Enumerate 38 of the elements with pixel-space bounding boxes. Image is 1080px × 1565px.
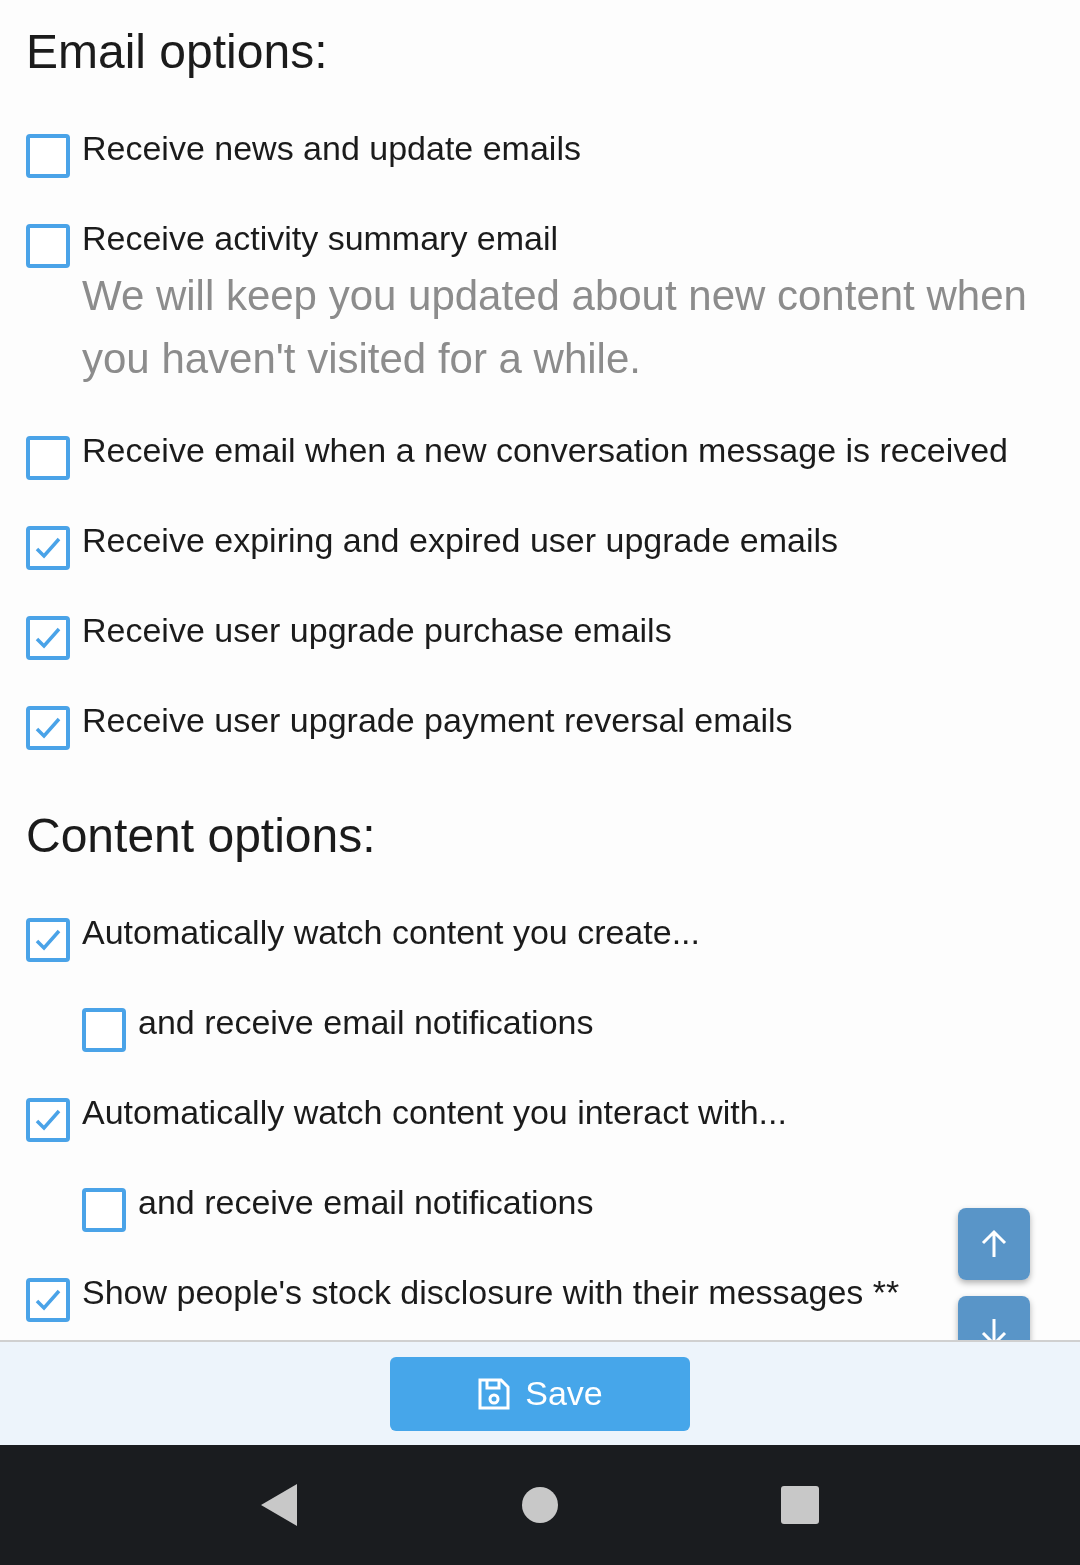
save-button[interactable]: Save [390, 1356, 690, 1431]
option-label: and receive email notifications [138, 1002, 594, 1043]
section-heading: Email options: [26, 24, 329, 80]
checkbox[interactable] [26, 1098, 70, 1142]
checkbox[interactable] [26, 134, 70, 178]
check-icon [34, 1108, 62, 1132]
section-heading: Content options: [26, 808, 377, 864]
check-icon [34, 928, 62, 952]
option-label: Receive news and update emails [82, 128, 581, 169]
option-hint: We will keep you updated about new content when you haven't visited for a while. [82, 271, 1028, 384]
arrow-up-icon [979, 1229, 1009, 1259]
check-icon [34, 536, 62, 560]
checkbox[interactable] [26, 918, 70, 962]
option-label: Receive user upgrade payment reversal emails [82, 700, 793, 741]
check-icon [34, 626, 62, 650]
checkbox[interactable] [26, 436, 70, 480]
option-label: Show people's stock disclosure with their messages ** [82, 1272, 900, 1313]
checkbox[interactable] [26, 706, 70, 750]
arrow-down-icon [979, 1317, 1009, 1340]
checkbox[interactable] [82, 1188, 126, 1232]
recents-icon[interactable] [780, 1486, 819, 1524]
option-label: Automatically watch content you create... [82, 912, 700, 953]
option-label: Receive activity summary email [82, 218, 560, 259]
checkbox[interactable] [26, 224, 70, 268]
scroll-up-button[interactable] [958, 1208, 1030, 1280]
back-icon[interactable] [261, 1484, 300, 1526]
option-label: Automatically watch content you interact with... [82, 1092, 787, 1133]
option-label: Receive email when a new conversation message is received [82, 430, 1009, 471]
checkbox[interactable] [26, 1278, 70, 1322]
checkbox[interactable] [26, 616, 70, 660]
checkbox[interactable] [82, 1008, 126, 1052]
check-icon [34, 1288, 62, 1312]
home-icon[interactable] [522, 1487, 558, 1523]
check-icon [34, 716, 62, 740]
option-label: Receive expiring and expired user upgrade emails [82, 520, 838, 561]
option-label: and receive email notifications [138, 1182, 594, 1223]
checkbox[interactable] [26, 526, 70, 570]
option-label: Receive user upgrade purchase emails [82, 610, 672, 651]
